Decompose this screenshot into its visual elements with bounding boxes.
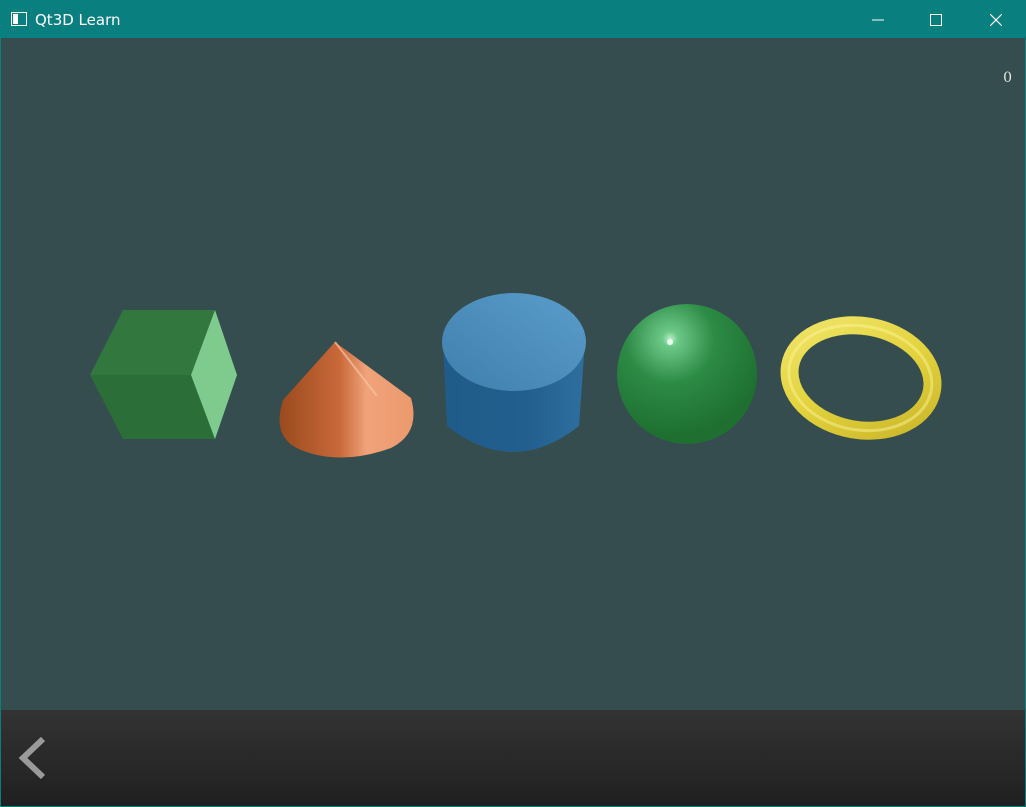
3d-viewport[interactable]: 0 — [1, 38, 1025, 710]
cube-shape — [90, 310, 237, 439]
shapes-canvas — [90, 293, 942, 458]
window-title: Qt3D Learn — [35, 11, 121, 29]
cone-shape — [279, 341, 414, 458]
minimize-button[interactable] — [849, 1, 907, 38]
torus-shape — [780, 316, 942, 440]
maximize-button[interactable] — [907, 1, 965, 38]
bottom-toolbar — [1, 710, 1025, 806]
cylinder-shape — [442, 293, 586, 452]
minimize-icon — [872, 19, 884, 21]
maximize-icon — [930, 14, 942, 26]
back-button[interactable] — [13, 735, 53, 781]
sphere-shape — [617, 304, 757, 444]
chevron-left-icon — [18, 736, 46, 780]
title-bar: Qt3D Learn — [1, 1, 1025, 38]
app-icon — [11, 12, 27, 26]
close-button[interactable] — [967, 1, 1025, 38]
app-window: Qt3D Learn 0 — [0, 0, 1026, 807]
close-icon — [990, 14, 1002, 26]
